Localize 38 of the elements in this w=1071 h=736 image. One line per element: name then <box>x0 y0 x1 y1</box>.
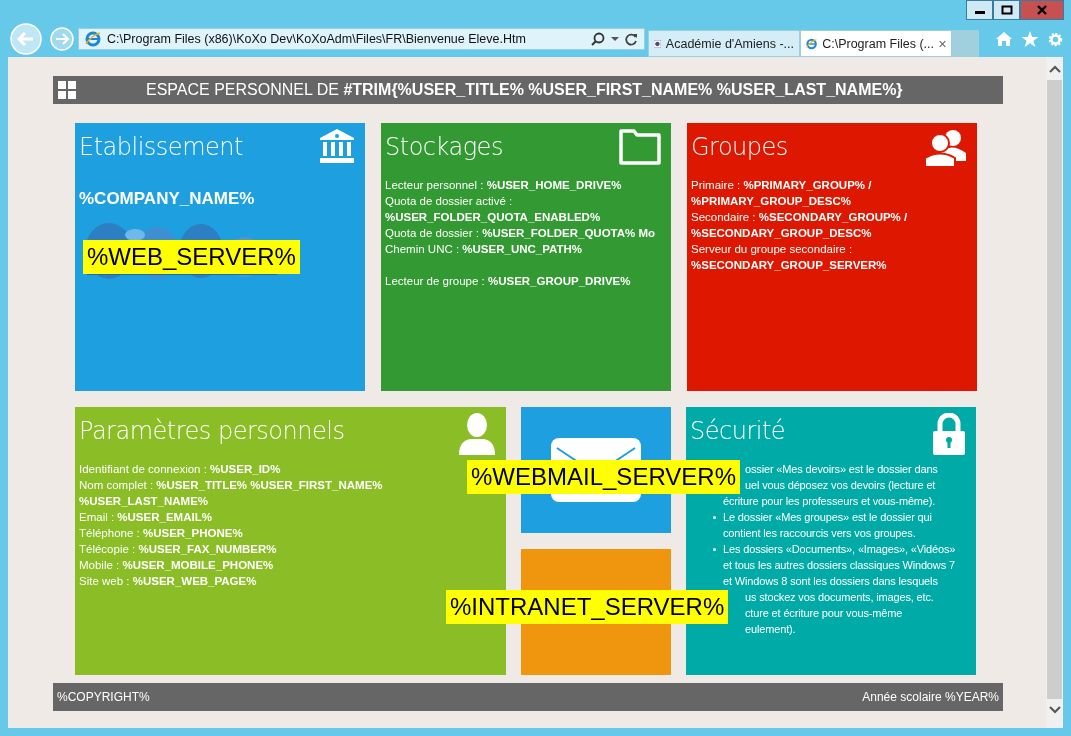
bullet-text-line: cture et écriture pour vous-même <box>745 607 903 619</box>
tile-title: Sécurité <box>690 417 786 445</box>
info-line: Quota de dossier : %USER_FOLDER_QUOTA% Mo <box>385 226 657 241</box>
tile-title: Paramètres personnels <box>79 417 345 445</box>
server-label-overlay: %INTRANET_SERVER% <box>446 590 729 624</box>
info-line: Secondaire : %SECONDARY_GROUP% / %SECONDARY_GROUP_DESC% <box>691 210 909 241</box>
info-line: Primaire : %PRIMARY_GROUP% / %PRIMARY_GROUP_DESC% <box>691 178 873 209</box>
bullet-text-line: uel vous déposez vos devoirs (lecture et <box>745 479 936 491</box>
tile-title: Etablissement <box>79 133 243 161</box>
copyright-text: %COPYRIGHT% <box>57 690 150 704</box>
page-title: ESPACE PERSONNEL DE #TRIM{%USER_TITLE% %USER_FIRST_NAME% %USER_LAST_NAME%} <box>146 81 903 99</box>
tile-title: Stockages <box>385 133 503 161</box>
info-line: Email : %USER_EMAIL% <box>79 510 212 525</box>
server-label-overlay: %WEBMAIL_SERVER% <box>467 460 740 494</box>
info-line: Site web : %USER_WEB_PAGE% <box>79 574 257 589</box>
tile-title: Groupes <box>691 133 788 161</box>
company-name: %COMPANY_NAME% <box>79 189 256 209</box>
info-line: Identifiant de connexion : %USER_ID% <box>79 462 281 477</box>
server-label: %WEB_SERVER% <box>83 240 300 274</box>
bullet-text-line: Le dossier «Mes groupes» est le dossier qui <box>723 511 932 523</box>
bullet-text-line: ossier «Mes devoirs» est le dossier dans <box>745 463 938 475</box>
bullet-text-line: eulement). <box>745 623 796 635</box>
bullet-text-line: Les dossiers «Documents», «Images», «Vidéos» <box>723 543 956 555</box>
info-line: Télécopie : %USER_FAX_NUMBER% <box>79 542 277 557</box>
info-line: Chemin UNC : %USER_UNC_PATH% <box>385 242 584 257</box>
info-line: Téléphone : %USER_PHONE% <box>79 526 243 541</box>
info-line: Serveur du groupe secondaire : %SECONDARY_GROUP_SERVER% <box>691 242 888 273</box>
bullet-text-line: écriture pour les professeurs et vous-même). <box>723 495 936 507</box>
school-year-text: Année scolaire %YEAR% <box>862 690 999 704</box>
info-line: Mobile : %USER_MOBILE_PHONE% <box>79 558 274 573</box>
info-line: Lecteur de groupe : %USER_GROUP_DRIVE% <box>385 274 632 289</box>
bullet-text-line: et Windows 8 sont les dossiers dans lesquels <box>723 575 938 587</box>
info-line: Lecteur personnel : %USER_HOME_DRIVE% <box>385 178 623 193</box>
bullet-text-line: et tous les autres dossiers classiques Windows 7 <box>723 559 955 571</box>
bullet-text-line: contient les raccourcis vers vos groupes. <box>723 527 916 539</box>
info-line: Nom complet : %USER_TITLE% %USER_FIRST_NAME% %USER_LAST_NAME% <box>79 478 384 509</box>
bullet-text-line: us stockez vos documents, images, etc. <box>745 591 934 603</box>
info-line: Quota de dossier activé : %USER_FOLDER_QUOTA_ENABLED% <box>385 194 602 225</box>
